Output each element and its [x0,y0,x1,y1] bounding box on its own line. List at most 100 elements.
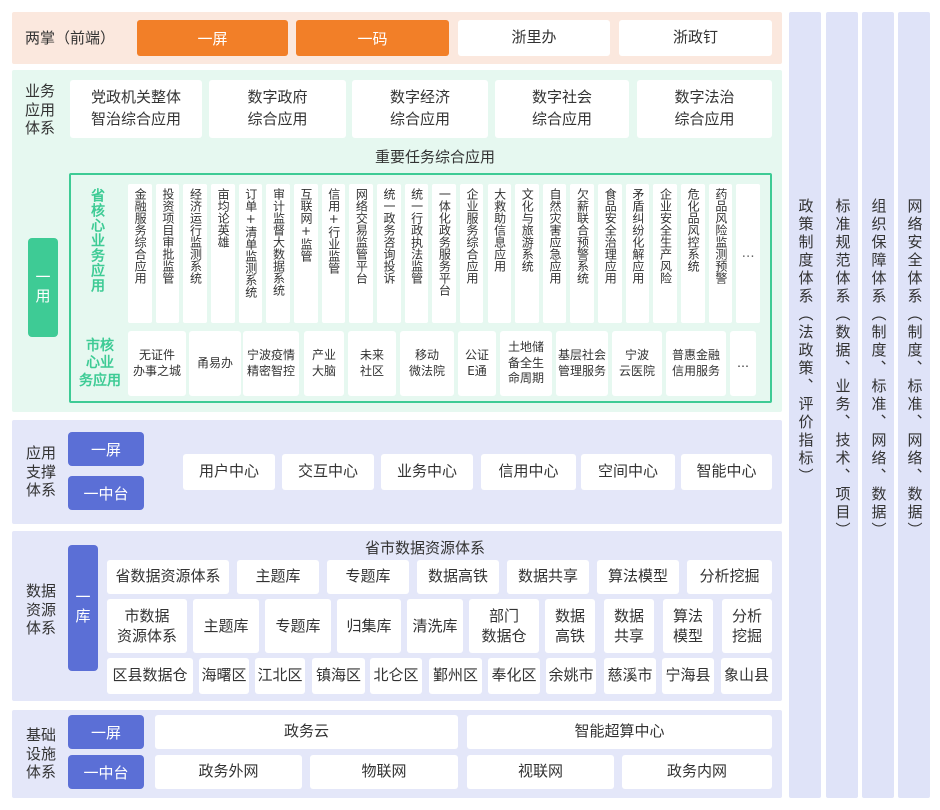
data-cell[interactable]: 区县数据仓 [107,658,193,694]
prov-app-label: 自然灾害应急应用 [547,188,562,284]
support-yizhongtai-button[interactable]: 一中台 [68,476,144,510]
top-app-4[interactable]: 数字社会 综合应用 [495,80,629,138]
prov-app-cell[interactable]: 企业安全生产风险 [653,184,678,323]
prov-app-cell[interactable]: 信用+行业监管 [321,184,346,323]
zhengwuyun-box[interactable]: 政务云 [155,715,458,749]
prov-app-cell[interactable]: 自然灾害应急应用 [542,184,567,323]
prov-app-cell[interactable]: 食品安全治理应用 [598,184,622,323]
city-app-box[interactable]: 土地储 备全生 命周期 [500,331,552,396]
data-cell[interactable]: 象山县 [721,658,772,694]
infra-yizhongtai-button[interactable]: 一中台 [68,755,144,789]
yiyong-button[interactable]: 一用 [28,238,58,337]
data-cell[interactable]: 北仑区 [370,658,422,694]
data-cell[interactable]: 镇海区 [312,658,365,694]
policy-system-text: 政策制度体系（法政策、评价指标） [796,198,815,486]
data-cell[interactable]: 慈溪市 [604,658,656,694]
city-app-box[interactable]: 宁波疫情 精密智控 [243,331,299,396]
prov-app-label: 信用+行业监管 [326,188,341,274]
prov-app-cell[interactable]: 企业服务综合应用 [459,184,484,323]
zheliban-button[interactable]: 浙里办 [458,20,610,56]
data-cell[interactable]: 市数据 资源体系 [107,599,187,653]
prov-app-label: 统一政务咨询投诉 [382,188,397,284]
prov-app-cell[interactable]: 统一政务咨询投诉 [376,184,401,323]
prov-app-cell[interactable]: 投资项目审批监管 [155,184,180,323]
support-yiping-button[interactable]: 一屏 [68,432,144,466]
top-app-2[interactable]: 数字政府 综合应用 [209,80,346,138]
data-cell[interactable]: 主题库 [237,560,319,594]
prov-app-cell[interactable]: 文化与旅游系统 [515,184,539,323]
data-cell[interactable]: 分析挖掘 [687,560,772,594]
data-cell[interactable]: 省数据资源体系 [107,560,229,594]
prov-app-label: 矛盾纠纷化解应用 [630,188,645,284]
prov-app-cell[interactable]: 金融服务综合应用 [128,184,152,323]
prov-app-cell[interactable]: 经济运行监测系统 [183,184,207,323]
data-cell[interactable]: 数据共享 [507,560,589,594]
city-app-box[interactable]: 公证 E通 [458,331,496,396]
prov-app-cell[interactable]: 审计监督大数据系统 [266,184,290,323]
data-cell[interactable]: 数据高铁 [417,560,499,594]
prov-app-cell[interactable]: 亩均论英雄 [211,184,235,323]
prov-app-cell[interactable]: 危化品风控系统 [681,184,705,323]
prov-app-cell[interactable]: 矛盾纠纷化解应用 [625,184,650,323]
standard-system-text: 标准规范体系（数据、业务、技术、项目） [833,198,852,540]
data-cell[interactable]: 专题库 [265,599,331,653]
city-app-box[interactable]: 未来 社区 [348,331,396,396]
more-icon: … [741,246,755,261]
data-cell[interactable]: 江北区 [255,658,305,694]
data-cell[interactable]: 鄞州区 [429,658,482,694]
top-app-1[interactable]: 党政机关整体 智治综合应用 [70,80,202,138]
yiping-button[interactable]: 一屏 [137,20,288,56]
data-cell[interactable]: 海曙区 [199,658,249,694]
prov-app-cell[interactable]: 一体化政务服务平台 [432,184,456,323]
data-cell[interactable]: 数据 共享 [604,599,654,653]
prov-core-text: 省核心业务应用 [89,188,105,293]
data-cell[interactable]: 部门 数据仓 [469,599,539,653]
city-app-box[interactable]: 无证件 办事之城 [128,331,186,396]
data-cell[interactable]: 算法模型 [597,560,679,594]
chaosuan-box[interactable]: 智能超算中心 [467,715,772,749]
prov-app-cell[interactable]: 大救助信息应用 [487,184,512,323]
data-cell[interactable]: 余姚市 [546,658,596,694]
key-tasks-title: 重要任务综合应用 [374,147,495,166]
support-center-box[interactable]: 交互中心 [282,454,374,490]
data-cell[interactable]: 清洗库 [407,599,463,653]
prov-app-cell[interactable]: … [736,184,760,323]
prov-app-cell[interactable]: 订单+清单监测系统 [238,184,263,323]
data-cell[interactable]: 分析 挖掘 [722,599,772,653]
data-cell[interactable]: 奉化区 [488,658,540,694]
top-app-5[interactable]: 数字法治 综合应用 [637,80,772,138]
data-cell[interactable]: 主题库 [193,599,259,653]
prov-app-cell[interactable]: 药品风险监测预警 [708,184,733,323]
city-app-box[interactable]: 基层社会 管理服务 [556,331,608,396]
zhezhengding-button[interactable]: 浙政钉 [619,20,772,56]
top-app-3[interactable]: 数字经济 综合应用 [352,80,488,138]
prov-app-cell[interactable]: 网络交易监管平台 [349,184,373,323]
infra-label: 基础 设施 体系 [25,725,56,782]
yima-button[interactable]: 一码 [296,20,449,56]
zhengwu-neiwang-box[interactable]: 政务内网 [622,755,772,789]
data-cell[interactable]: 宁海县 [662,658,714,694]
prov-app-cell[interactable]: 统一行政执法监管 [404,184,429,323]
city-app-box[interactable]: 宁波 云医院 [612,331,662,396]
support-center-box[interactable]: 智能中心 [681,454,772,490]
support-center-box[interactable]: 业务中心 [381,454,473,490]
data-cell[interactable]: 归集库 [337,599,401,653]
prov-app-cell[interactable]: 互联网+监管 [293,184,318,323]
data-cell[interactable]: 专题库 [327,560,409,594]
prov-app-label: 审计监督大数据系统 [271,188,286,296]
zhengwu-waiwang-box[interactable]: 政务外网 [155,755,302,789]
support-center-box[interactable]: 信用中心 [481,454,576,490]
wulianwang-box[interactable]: 物联网 [310,755,458,789]
data-cell[interactable]: 数据 高铁 [545,599,595,653]
prov-app-cell[interactable]: 欠薪联合预警系统 [570,184,595,323]
infra-yiping-button[interactable]: 一屏 [68,715,144,749]
shilianwang-box[interactable]: 视联网 [467,755,614,789]
data-cell[interactable]: 算法 模型 [663,599,713,653]
city-app-box[interactable]: 普惠金融 信用服务 [666,331,726,396]
city-app-box[interactable]: 移动 微法院 [400,331,454,396]
yiku-button[interactable]: 一库 [68,545,98,671]
city-app-box[interactable]: 甬易办 [189,331,241,396]
city-app-box[interactable]: 产业 大脑 [304,331,344,396]
support-center-box[interactable]: 用户中心 [183,454,275,490]
support-center-box[interactable]: 空间中心 [581,454,675,490]
